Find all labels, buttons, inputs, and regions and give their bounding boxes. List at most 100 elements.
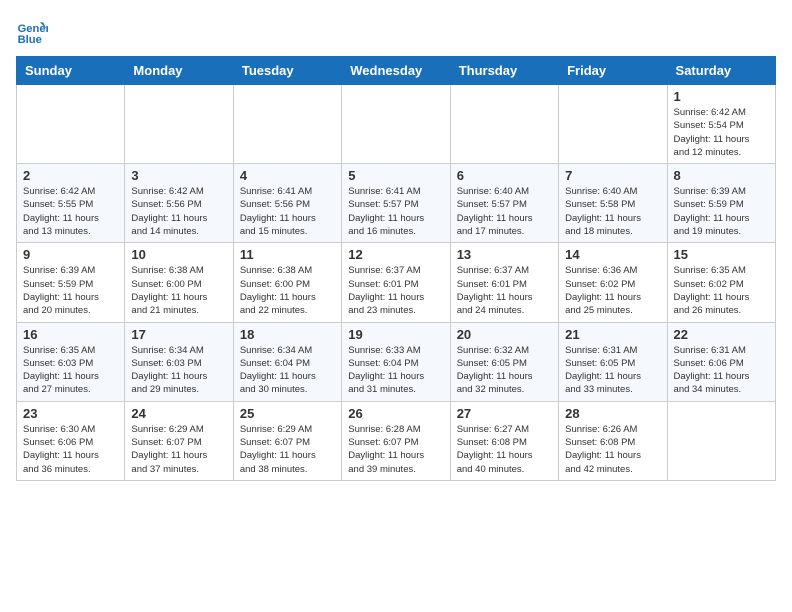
day-info: Sunrise: 6:42 AM Sunset: 5:55 PM Dayligh… xyxy=(23,185,118,238)
day-info: Sunrise: 6:37 AM Sunset: 6:01 PM Dayligh… xyxy=(457,264,552,317)
calendar-cell: 10 Sunrise: 6:38 AM Sunset: 6:00 PM Dayli… xyxy=(125,243,233,322)
day-info: Sunrise: 6:28 AM Sunset: 6:07 PM Dayligh… xyxy=(348,423,443,476)
calendar-cell: 20 Sunrise: 6:32 AM Sunset: 6:05 PM Dayli… xyxy=(450,322,558,401)
weekday-header-tuesday: Tuesday xyxy=(233,57,341,85)
calendar-cell: 26 Sunrise: 6:28 AM Sunset: 6:07 PM Dayli… xyxy=(342,401,450,480)
calendar-cell: 11 Sunrise: 6:38 AM Sunset: 6:00 PM Dayli… xyxy=(233,243,341,322)
day-number: 12 xyxy=(348,247,443,262)
calendar-cell: 6 Sunrise: 6:40 AM Sunset: 5:57 PM Daylig… xyxy=(450,164,558,243)
calendar-cell xyxy=(667,401,775,480)
day-info: Sunrise: 6:35 AM Sunset: 6:03 PM Dayligh… xyxy=(23,344,118,397)
weekday-header-sunday: Sunday xyxy=(17,57,125,85)
day-number: 3 xyxy=(131,168,226,183)
calendar-cell: 27Sunrise: 6:27 AM Sunset: 6:08 PM Dayli… xyxy=(450,401,558,480)
day-number: 20 xyxy=(457,327,552,342)
weekday-header-wednesday: Wednesday xyxy=(342,57,450,85)
day-info: Sunrise: 6:41 AM Sunset: 5:57 PM Dayligh… xyxy=(348,185,443,238)
svg-text:Blue: Blue xyxy=(18,34,42,46)
day-number: 11 xyxy=(240,247,335,262)
day-info: Sunrise: 6:42 AM Sunset: 5:54 PM Dayligh… xyxy=(674,106,769,159)
calendar-header-row: SundayMondayTuesdayWednesdayThursdayFrid… xyxy=(17,57,776,85)
day-number: 25 xyxy=(240,406,335,421)
calendar-cell: 18 Sunrise: 6:34 AM Sunset: 6:04 PM Dayli… xyxy=(233,322,341,401)
day-number: 19 xyxy=(348,327,443,342)
weekday-header-saturday: Saturday xyxy=(667,57,775,85)
calendar-cell: 5 Sunrise: 6:41 AM Sunset: 5:57 PM Daylig… xyxy=(342,164,450,243)
calendar-week-row: 1 Sunrise: 6:42 AM Sunset: 5:54 PM Daylig… xyxy=(17,85,776,164)
calendar-table: SundayMondayTuesdayWednesdayThursdayFrid… xyxy=(16,56,776,481)
day-number: 16 xyxy=(23,327,118,342)
calendar-cell: 21 Sunrise: 6:31 AM Sunset: 6:05 PM Dayli… xyxy=(559,322,667,401)
day-info: Sunrise: 6:31 AM Sunset: 6:05 PM Dayligh… xyxy=(565,344,660,397)
day-info: Sunrise: 6:39 AM Sunset: 5:59 PM Dayligh… xyxy=(674,185,769,238)
calendar-cell: 14 Sunrise: 6:36 AM Sunset: 6:02 PM Dayli… xyxy=(559,243,667,322)
calendar-cell: 12 Sunrise: 6:37 AM Sunset: 6:01 PM Dayli… xyxy=(342,243,450,322)
calendar-week-row: 16 Sunrise: 6:35 AM Sunset: 6:03 PM Dayli… xyxy=(17,322,776,401)
day-number: 9 xyxy=(23,247,118,262)
day-info: Sunrise: 6:40 AM Sunset: 5:57 PM Dayligh… xyxy=(457,185,552,238)
day-number: 18 xyxy=(240,327,335,342)
day-number: 15 xyxy=(674,247,769,262)
calendar-cell: 28 Sunrise: 6:26 AM Sunset: 6:08 PM Dayli… xyxy=(559,401,667,480)
day-info: Sunrise: 6:32 AM Sunset: 6:05 PM Dayligh… xyxy=(457,344,552,397)
weekday-header-monday: Monday xyxy=(125,57,233,85)
calendar-week-row: 9 Sunrise: 6:39 AM Sunset: 5:59 PM Daylig… xyxy=(17,243,776,322)
calendar-cell: 13Sunrise: 6:37 AM Sunset: 6:01 PM Dayli… xyxy=(450,243,558,322)
day-number: 23 xyxy=(23,406,118,421)
calendar-cell: 2 Sunrise: 6:42 AM Sunset: 5:55 PM Daylig… xyxy=(17,164,125,243)
day-info: Sunrise: 6:38 AM Sunset: 6:00 PM Dayligh… xyxy=(240,264,335,317)
day-number: 26 xyxy=(348,406,443,421)
day-info: Sunrise: 6:33 AM Sunset: 6:04 PM Dayligh… xyxy=(348,344,443,397)
calendar-cell: 24Sunrise: 6:29 AM Sunset: 6:07 PM Dayli… xyxy=(125,401,233,480)
calendar-cell: 4 Sunrise: 6:41 AM Sunset: 5:56 PM Daylig… xyxy=(233,164,341,243)
day-info: Sunrise: 6:39 AM Sunset: 5:59 PM Dayligh… xyxy=(23,264,118,317)
calendar-cell: 22 Sunrise: 6:31 AM Sunset: 6:06 PM Dayli… xyxy=(667,322,775,401)
day-number: 24 xyxy=(131,406,226,421)
weekday-header-thursday: Thursday xyxy=(450,57,558,85)
calendar-cell xyxy=(17,85,125,164)
calendar-cell: 25Sunrise: 6:29 AM Sunset: 6:07 PM Dayli… xyxy=(233,401,341,480)
calendar-cell: 7 Sunrise: 6:40 AM Sunset: 5:58 PM Daylig… xyxy=(559,164,667,243)
day-number: 5 xyxy=(348,168,443,183)
day-info: Sunrise: 6:38 AM Sunset: 6:00 PM Dayligh… xyxy=(131,264,226,317)
day-number: 21 xyxy=(565,327,660,342)
calendar-cell: 1 Sunrise: 6:42 AM Sunset: 5:54 PM Daylig… xyxy=(667,85,775,164)
day-info: Sunrise: 6:35 AM Sunset: 6:02 PM Dayligh… xyxy=(674,264,769,317)
day-number: 1 xyxy=(674,89,769,104)
calendar-cell: 16 Sunrise: 6:35 AM Sunset: 6:03 PM Dayli… xyxy=(17,322,125,401)
day-number: 17 xyxy=(131,327,226,342)
logo: General Blue xyxy=(16,16,52,48)
logo-icon: General Blue xyxy=(16,16,48,48)
day-info: Sunrise: 6:30 AM Sunset: 6:06 PM Dayligh… xyxy=(23,423,118,476)
calendar-cell: 15 Sunrise: 6:35 AM Sunset: 6:02 PM Dayli… xyxy=(667,243,775,322)
day-number: 2 xyxy=(23,168,118,183)
day-number: 4 xyxy=(240,168,335,183)
day-info: Sunrise: 6:36 AM Sunset: 6:02 PM Dayligh… xyxy=(565,264,660,317)
day-info: Sunrise: 6:26 AM Sunset: 6:08 PM Dayligh… xyxy=(565,423,660,476)
day-number: 28 xyxy=(565,406,660,421)
day-number: 22 xyxy=(674,327,769,342)
weekday-header-friday: Friday xyxy=(559,57,667,85)
day-info: Sunrise: 6:41 AM Sunset: 5:56 PM Dayligh… xyxy=(240,185,335,238)
calendar-cell: 23 Sunrise: 6:30 AM Sunset: 6:06 PM Dayli… xyxy=(17,401,125,480)
day-number: 10 xyxy=(131,247,226,262)
day-info: Sunrise: 6:37 AM Sunset: 6:01 PM Dayligh… xyxy=(348,264,443,317)
day-number: 7 xyxy=(565,168,660,183)
calendar-cell xyxy=(450,85,558,164)
day-number: 8 xyxy=(674,168,769,183)
calendar-cell: 8 Sunrise: 6:39 AM Sunset: 5:59 PM Daylig… xyxy=(667,164,775,243)
calendar-cell xyxy=(125,85,233,164)
calendar-cell: 9 Sunrise: 6:39 AM Sunset: 5:59 PM Daylig… xyxy=(17,243,125,322)
day-info: Sunrise: 6:31 AM Sunset: 6:06 PM Dayligh… xyxy=(674,344,769,397)
calendar-cell xyxy=(342,85,450,164)
day-number: 6 xyxy=(457,168,552,183)
day-info: Sunrise: 6:34 AM Sunset: 6:04 PM Dayligh… xyxy=(240,344,335,397)
day-number: 14 xyxy=(565,247,660,262)
day-info: Sunrise: 6:40 AM Sunset: 5:58 PM Dayligh… xyxy=(565,185,660,238)
day-info: Sunrise: 6:42 AM Sunset: 5:56 PM Dayligh… xyxy=(131,185,226,238)
calendar-week-row: 23 Sunrise: 6:30 AM Sunset: 6:06 PM Dayli… xyxy=(17,401,776,480)
calendar-cell: 19 Sunrise: 6:33 AM Sunset: 6:04 PM Dayli… xyxy=(342,322,450,401)
day-info: Sunrise: 6:34 AM Sunset: 6:03 PM Dayligh… xyxy=(131,344,226,397)
day-info: Sunrise: 6:27 AM Sunset: 6:08 PM Dayligh… xyxy=(457,423,552,476)
calendar-cell xyxy=(233,85,341,164)
